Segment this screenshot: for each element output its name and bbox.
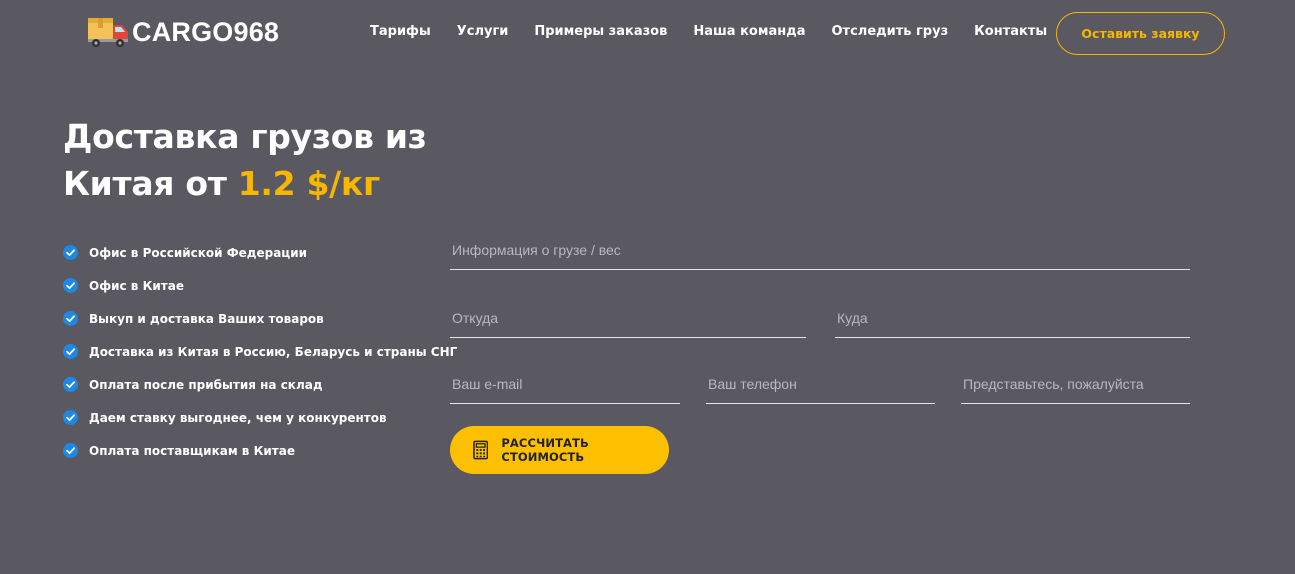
check-circle-icon	[63, 245, 78, 260]
feature-label: Выкуп и доставка Ваших товаров	[89, 311, 324, 326]
feature-item: Оплата поставщикам в Китае	[63, 434, 457, 467]
from-field[interactable]	[450, 298, 806, 337]
nav-item-tariffs[interactable]: Тарифы	[370, 24, 431, 39]
phone-field[interactable]	[706, 364, 935, 403]
cargo-info-field[interactable]	[450, 230, 1190, 269]
feature-item: Выкуп и доставка Ваших товаров	[63, 302, 457, 335]
check-circle-icon	[63, 410, 78, 425]
calculate-cost-button[interactable]: РАССЧИТАТЬ СТОИМОСТЬ	[450, 426, 669, 474]
name-field-wrapper	[961, 364, 1190, 404]
to-field-wrapper	[835, 298, 1190, 338]
logo-text: CARGO968	[132, 16, 280, 47]
features-list: Офис в Российской Федерации Офис в Китае…	[63, 236, 457, 467]
logo[interactable]: CARGO968	[85, 14, 279, 50]
check-circle-icon	[63, 344, 78, 359]
nav-item-track-cargo[interactable]: Отследить груз	[832, 24, 949, 39]
check-circle-icon	[63, 377, 78, 392]
feature-item: Офис в Российской Федерации	[63, 236, 457, 269]
hero-title: Доставка грузов из Китая от 1.2 $/кг	[63, 113, 427, 207]
hero-title-line1: Доставка грузов из	[63, 117, 427, 156]
feature-label: Оплата поставщикам в Китае	[89, 443, 295, 458]
cargo-info-field-wrapper	[450, 230, 1190, 270]
site-header: CARGO968 Тарифы Услуги Примеры заказов Н…	[0, 0, 1295, 68]
calculate-cost-label: РАССЧИТАТЬ СТОИМОСТЬ	[501, 436, 589, 464]
feature-label: Доставка из Китая в Россию, Беларусь и с…	[89, 344, 458, 359]
hero-price: 1.2 $/кг	[237, 164, 381, 203]
from-field-wrapper	[450, 298, 806, 338]
check-circle-icon	[63, 311, 78, 326]
feature-item: Оплата после прибытия на склад	[63, 368, 457, 401]
feature-label: Офис в Китае	[89, 278, 184, 293]
check-circle-icon	[63, 443, 78, 458]
nav-item-services[interactable]: Услуги	[457, 24, 509, 39]
feature-label: Даем ставку выгоднее, чем у конкурентов	[89, 410, 387, 425]
name-field[interactable]	[961, 364, 1190, 403]
calculator-icon	[473, 440, 489, 460]
email-field-wrapper	[450, 364, 680, 404]
feature-item: Офис в Китае	[63, 269, 457, 302]
phone-field-wrapper	[706, 364, 935, 404]
leave-request-button[interactable]: Оставить заявку	[1056, 12, 1225, 55]
to-field[interactable]	[835, 298, 1190, 337]
feature-label: Оплата после прибытия на склад	[89, 377, 323, 392]
nav-item-team[interactable]: Наша команда	[693, 24, 805, 39]
email-field[interactable]	[450, 364, 680, 403]
check-circle-icon	[63, 278, 78, 293]
hero-title-line2-prefix: Китая от	[63, 164, 238, 203]
nav-item-contacts[interactable]: Контакты	[974, 24, 1047, 39]
feature-item: Даем ставку выгоднее, чем у конкурентов	[63, 401, 457, 434]
feature-label: Офис в Российской Федерации	[89, 245, 308, 260]
main-nav: Тарифы Услуги Примеры заказов Наша коман…	[370, 24, 1073, 39]
truck-icon	[88, 18, 128, 47]
nav-item-order-examples[interactable]: Примеры заказов	[534, 24, 667, 39]
feature-item: Доставка из Китая в Россию, Беларусь и с…	[63, 335, 457, 368]
